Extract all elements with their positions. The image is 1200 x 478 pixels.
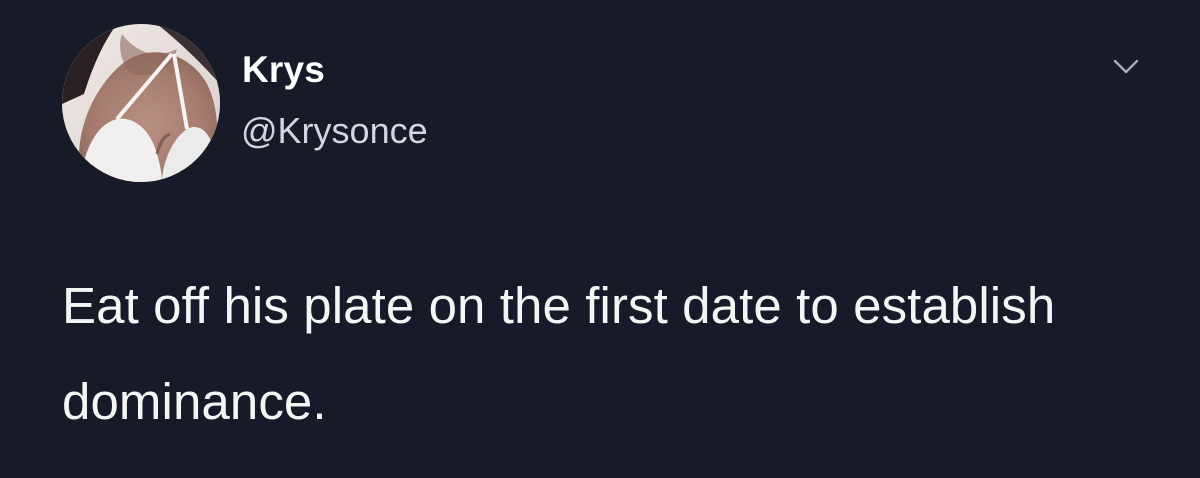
tweet-card: Krys @Krysonce Eat off his plate on the … — [0, 0, 1200, 478]
author-display-name[interactable]: Krys — [242, 48, 325, 92]
avatar-photo — [62, 24, 220, 182]
author-avatar[interactable] — [62, 24, 220, 182]
tweet-text: Eat off his plate on the first date to e… — [62, 277, 1056, 430]
author-handle[interactable]: @Krysonce — [241, 109, 428, 153]
chevron-down-icon[interactable] — [1106, 52, 1146, 82]
